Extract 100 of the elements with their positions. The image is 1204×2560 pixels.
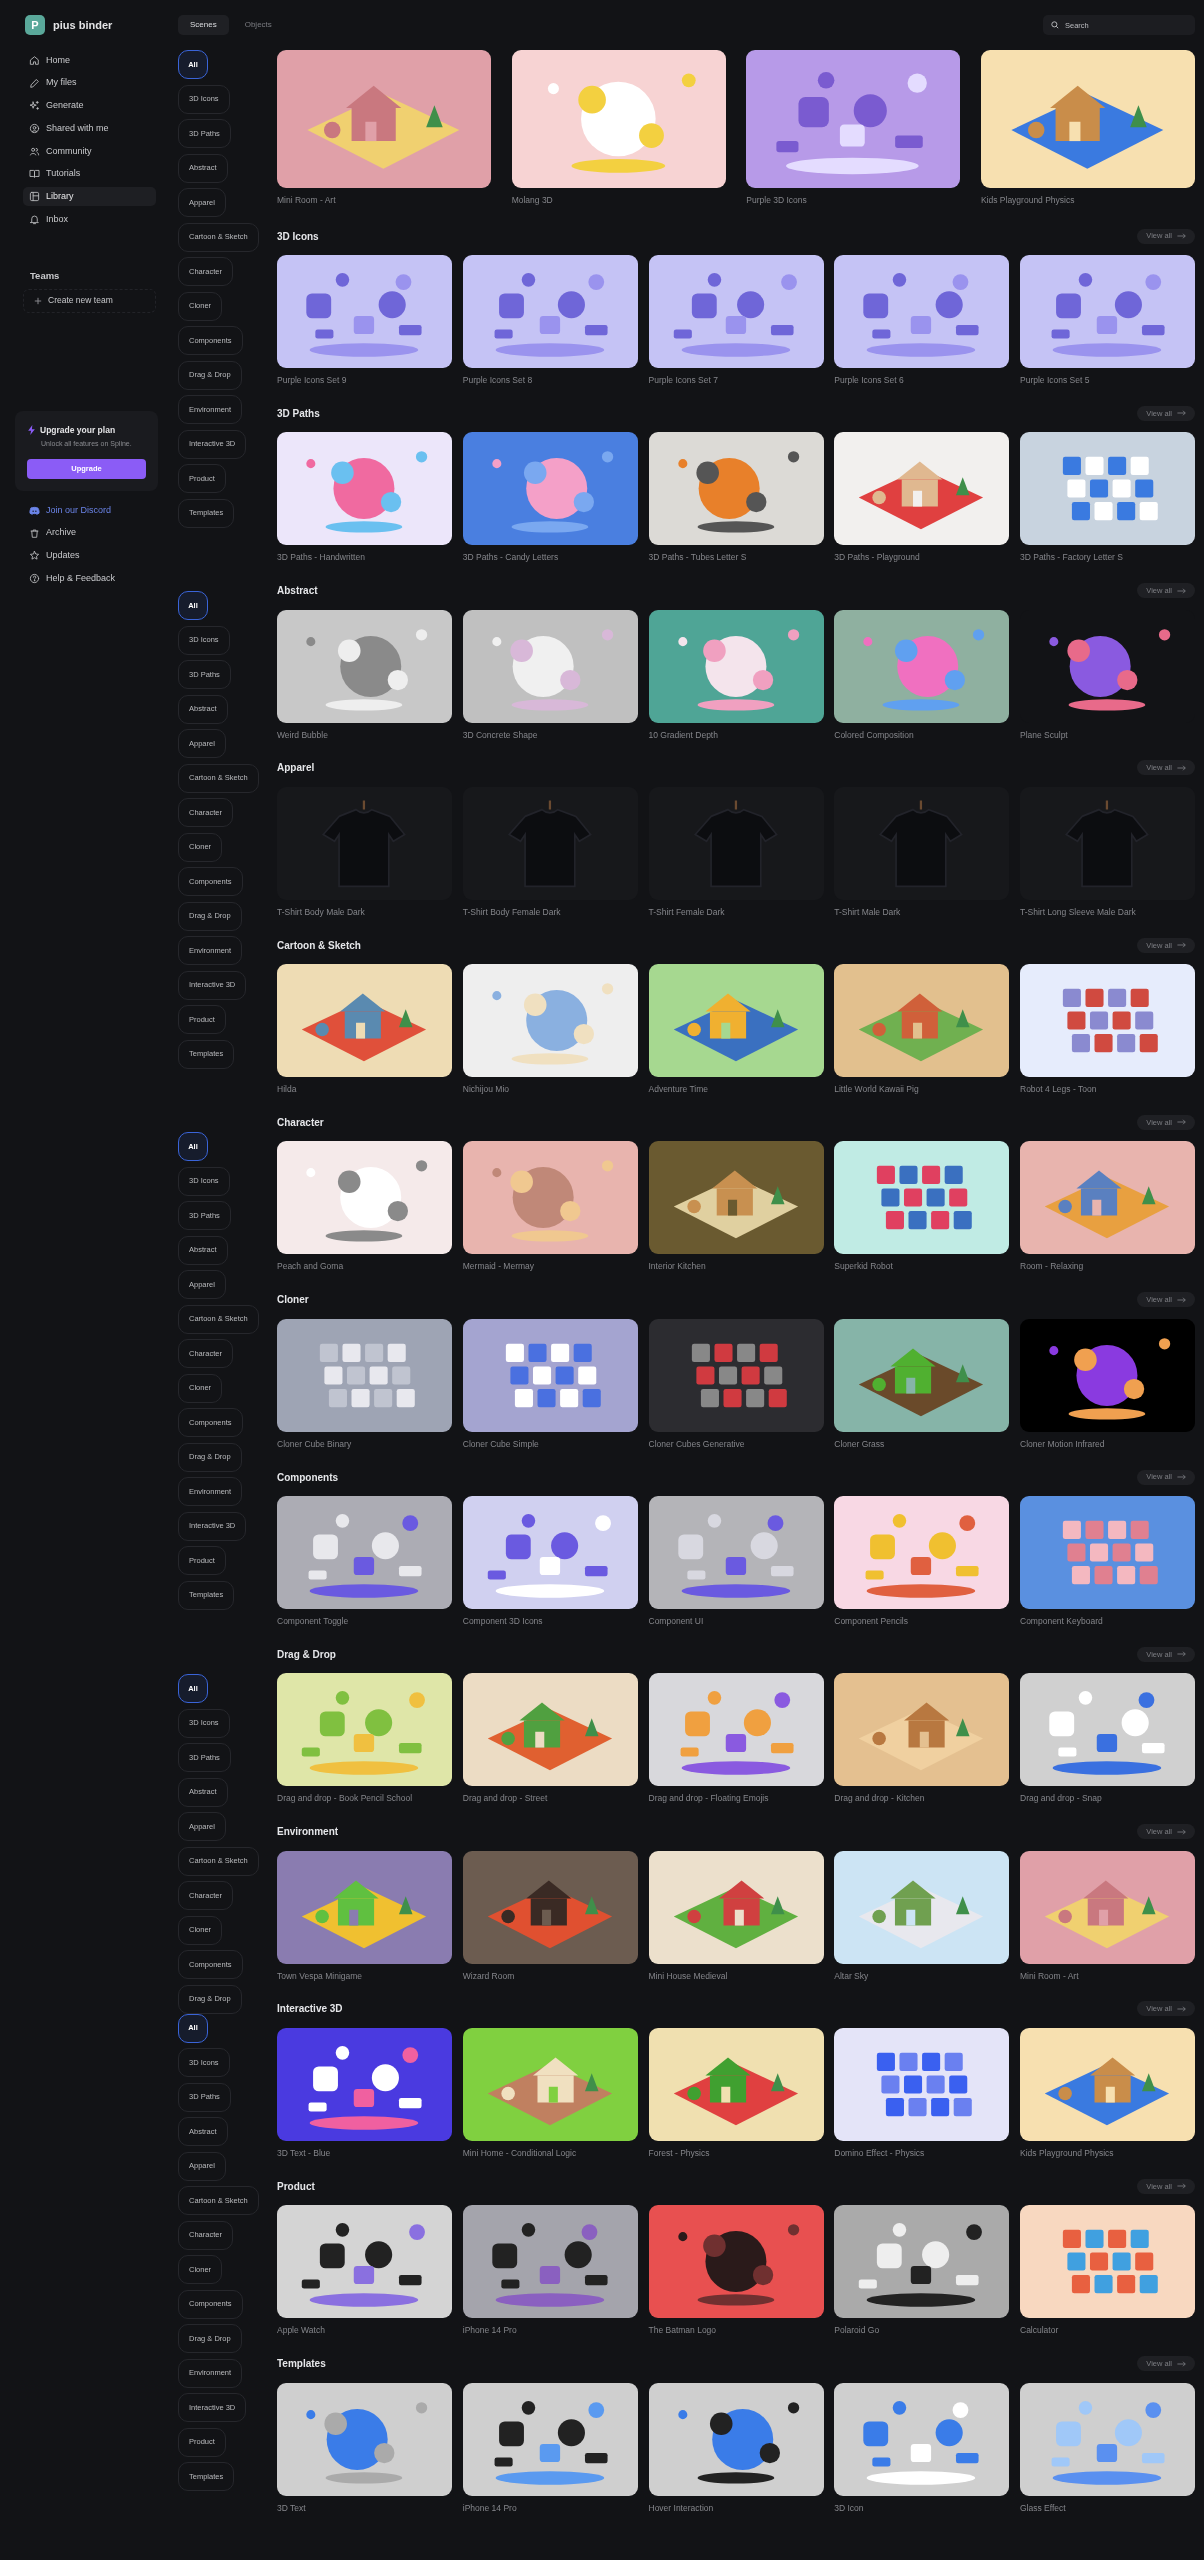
discord-icon xyxy=(29,505,40,516)
section-title: Templates xyxy=(277,2357,326,2372)
card-title: Nichijou Mio xyxy=(462,1083,511,1097)
arrow-icon xyxy=(1177,2360,1186,2367)
card-title: Component Pencils xyxy=(834,1615,909,1629)
card-title: T-Shirt Body Female Dark xyxy=(462,905,562,919)
section-title: Character xyxy=(277,1116,324,1130)
card-title: Weird Bubble xyxy=(277,728,329,742)
user-circle-icon xyxy=(29,123,40,135)
arrow-icon xyxy=(1177,2183,1186,2190)
card-title: T-Shirt Body Male Dark xyxy=(277,905,366,919)
card-title: Drag and drop - Book Pencil School xyxy=(277,1792,414,1806)
search-icon xyxy=(1051,21,1059,29)
arrow-icon xyxy=(1177,1828,1186,1835)
help-icon xyxy=(29,573,40,585)
section-title: 3D Icons xyxy=(277,229,319,244)
card-title: T-Shirt Long Sleeve Male Dark xyxy=(1020,905,1137,919)
card-title: Peach and Goma xyxy=(277,1260,345,1274)
tab[interactable]: Objects xyxy=(232,15,284,35)
card-title: Component 3D Icons xyxy=(462,1615,544,1629)
layout-icon xyxy=(29,191,40,203)
card-title: 3D Paths - Factory Letter S xyxy=(1020,551,1124,565)
card-title: Drag and drop - Kitchen xyxy=(834,1792,926,1806)
card-title: Plane Sculpt xyxy=(1020,728,1069,742)
card-title: Component UI xyxy=(648,1615,705,1629)
arrow-icon xyxy=(1177,233,1186,239)
card-title: iPhone 14 Pro xyxy=(462,2324,518,2338)
arrow-icon xyxy=(1177,2005,1186,2012)
section-title: Cloner xyxy=(277,1293,309,1308)
section-title: Interactive 3D xyxy=(277,2002,343,2017)
card-title: Calculator xyxy=(1020,2324,1060,2338)
tab[interactable]: Scenes xyxy=(178,15,229,35)
sidebar-link[interactable]: Archive xyxy=(23,523,156,543)
card-title: Mini Room - Art xyxy=(1020,1969,1080,1983)
card-title: 3D Paths - Handwritten xyxy=(277,551,366,565)
card-title: Domino Effect - Physics xyxy=(834,2146,926,2160)
section-title: Cartoon & Sketch xyxy=(277,938,361,953)
nav-item[interactable]: Tutorials xyxy=(23,164,156,184)
section-heading: Teams xyxy=(30,268,61,283)
card-title: Altar Sky xyxy=(834,1969,870,1983)
card-title: 3D Icon xyxy=(834,2501,865,2515)
card-title: Purple Icons Set 7 xyxy=(648,374,719,387)
card-title: Mini Room - Art xyxy=(277,194,337,207)
nav-item[interactable]: Community xyxy=(23,141,156,161)
card-title: Superkid Robot xyxy=(834,1260,894,1274)
card-title: Drag and drop - Snap xyxy=(1020,1792,1103,1806)
users-icon xyxy=(29,145,40,157)
plus-icon xyxy=(34,296,42,305)
create-team-button[interactable]: Create new team xyxy=(23,288,156,313)
card-title: Kids Playground Physics xyxy=(980,194,1076,207)
card-title: 3D Text - Blue xyxy=(277,2146,332,2160)
section-title: Environment xyxy=(277,1825,339,1840)
card-title: Town Vespa Minigame xyxy=(277,1969,364,1983)
arrow-icon xyxy=(1177,587,1186,594)
card-title: 3D Paths - Tubes Letter S xyxy=(648,551,748,565)
nav-item[interactable]: My files xyxy=(23,73,156,93)
nav-item[interactable]: Home xyxy=(23,51,156,70)
avatar: P xyxy=(25,15,45,35)
trash-icon xyxy=(29,527,40,539)
home-icon xyxy=(29,55,40,66)
book-icon xyxy=(29,168,40,180)
card-title: Wizard Room xyxy=(462,1969,516,1983)
card-title: Adventure Time xyxy=(648,1083,710,1097)
card-title: Glass Effect xyxy=(1020,2501,1067,2515)
sidebar-link[interactable]: Help & Feedback xyxy=(23,569,156,589)
card-title: Mermaid - Mermay xyxy=(462,1260,536,1274)
card-title: Upgrade your plan xyxy=(40,423,116,437)
arrow-icon xyxy=(1177,1474,1186,1481)
sidebar-link[interactable]: Updates xyxy=(23,546,156,566)
user-name: pius binder xyxy=(53,17,113,33)
card-title: Component Toggle xyxy=(277,1615,350,1629)
card-title: Robot 4 Legs - Toon xyxy=(1020,1083,1098,1097)
sparkle-icon xyxy=(29,100,40,112)
card-title: Purple Icons Set 5 xyxy=(1020,374,1091,387)
nav-item[interactable]: Inbox xyxy=(23,209,156,229)
card-title: Drag and drop - Street xyxy=(462,1792,549,1806)
card-title: Drag and drop - Floating Emojis xyxy=(648,1792,770,1806)
card-title: Component Keyboard xyxy=(1020,1615,1104,1629)
card-title: 3D Paths - Candy Letters xyxy=(462,551,560,565)
card-title: Hilda xyxy=(277,1083,298,1097)
nav-item[interactable]: Generate xyxy=(23,96,156,116)
card-title: Forest - Physics xyxy=(648,2146,711,2160)
card-title: 3D Text xyxy=(277,2501,307,2515)
card-title: Cloner Cube Binary xyxy=(277,1437,353,1451)
section-title: Product xyxy=(277,2179,315,2194)
card-title: 3D Concrete Shape xyxy=(462,728,539,742)
card-title: 3D Paths - Playground xyxy=(834,551,921,565)
card-title: T-Shirt Female Dark xyxy=(648,905,726,919)
section-title: 3D Paths xyxy=(277,406,320,421)
card-title: Apple Watch xyxy=(277,2324,326,2338)
card-title: T-Shirt Male Dark xyxy=(834,905,902,919)
nav-item[interactable]: Library xyxy=(23,187,156,207)
card-title: Mini House Medieval xyxy=(648,1969,729,1983)
section-title: Drag & Drop xyxy=(277,1647,336,1662)
card-title: Purple Icons Set 6 xyxy=(834,374,905,387)
card-title: Mini Home - Conditional Logic xyxy=(462,2146,578,2160)
sidebar-link[interactable]: Join our Discord xyxy=(23,501,156,520)
arrow-icon xyxy=(1177,410,1186,417)
card-title: Interior Kitchen xyxy=(648,1260,707,1274)
nav-item[interactable]: Shared with me xyxy=(23,119,156,139)
